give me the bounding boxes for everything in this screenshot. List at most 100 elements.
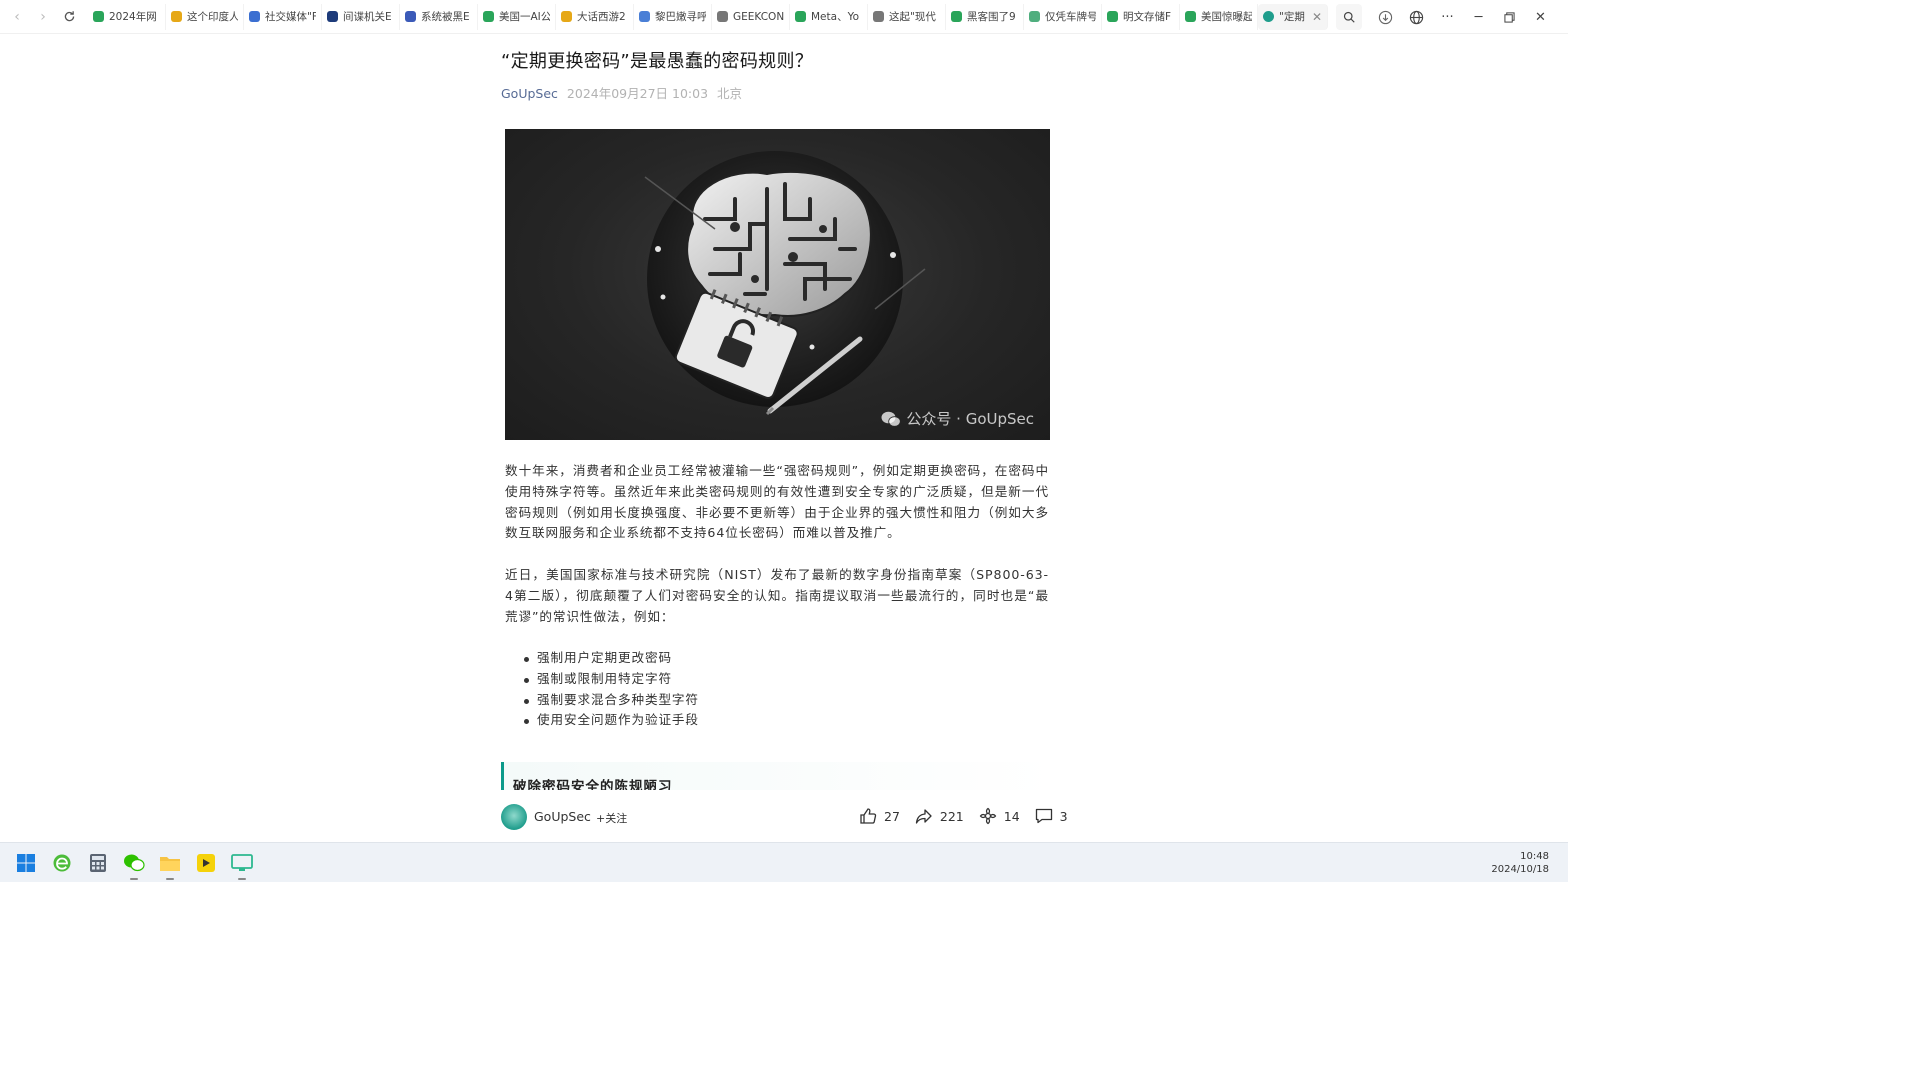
publish-date: 2024年09月27日 10:03 <box>566 86 709 101</box>
list-item: 使用安全问题作为验证手段 <box>520 710 699 731</box>
browser-tab[interactable]: GEEKCON <box>712 3 790 30</box>
article-header: “定期更换密码”是最愚蠢的密码规则？ GoUpSec 2024年09月27日 1… <box>501 40 1055 104</box>
tab-label: 系统被黑E <box>421 11 470 23</box>
article-title: “定期更换密码”是最愚蠢的密码规则？ <box>501 51 814 72</box>
article-paragraph-2: 近日，美国国家标准与技术研究院（NIST）发布了最新的数字身份指南草案（SP80… <box>505 567 1049 624</box>
restore-button[interactable] <box>1496 4 1523 30</box>
tab-label: GEEKCON <box>733 10 784 23</box>
tab-favicon-icon <box>483 11 494 22</box>
brain-circuit-illustration <box>644 151 926 416</box>
section-heading-text: 破除密码安全的陈规陋习 <box>513 779 673 790</box>
back-button[interactable]: ‹ <box>4 4 30 30</box>
browser-tab[interactable]: 黎巴嫩寻呼 <box>634 3 712 30</box>
browser-app-icon <box>53 854 71 872</box>
globe-icon <box>1409 10 1424 24</box>
browser-tab[interactable]: 美国一AI公 <box>478 3 556 30</box>
article-action-bar: GoUpSec +关注 27 221 14 3 <box>0 797 1568 841</box>
comment-button[interactable]: 3 <box>1034 806 1068 826</box>
reload-icon <box>64 11 74 22</box>
like-button[interactable]: 27 <box>858 806 900 826</box>
share-count: 221 <box>939 808 964 824</box>
active-tab-label: "定期 <box>1279 11 1305 23</box>
wechat-icon <box>881 411 902 427</box>
tab-active[interactable]: "定期 ✕ <box>1258 3 1328 30</box>
active-tab-favicon-icon <box>1263 11 1274 22</box>
taskbar-browser-app[interactable] <box>50 851 74 875</box>
tab-favicon-icon <box>249 11 260 22</box>
folder-icon <box>160 857 180 871</box>
player-app-icon <box>197 854 215 872</box>
tab-search-button[interactable] <box>1336 3 1362 30</box>
browser-tab[interactable]: 大话西游2 <box>556 3 634 30</box>
tab-label: Meta、Yo <box>811 11 860 23</box>
tab-label: 社交媒体"F <box>265 11 316 23</box>
translate-button[interactable] <box>1403 4 1430 30</box>
image-watermark: 公众号 · GoUpSec <box>881 408 1034 429</box>
system-clock[interactable]: 10:48 2024/10/18 <box>1491 850 1549 876</box>
tab-favicon-icon <box>951 11 962 22</box>
download-icon <box>1378 10 1393 24</box>
tab-favicon-icon <box>561 11 572 22</box>
taskbar-remote-desktop-app[interactable] <box>230 851 254 880</box>
close-window-button[interactable]: ✕ <box>1527 4 1554 30</box>
recommend-count: 14 <box>1003 808 1020 824</box>
tab-label: 这个印度人 <box>187 11 238 23</box>
browser-tab[interactable]: 美国惊曝起 <box>1180 3 1258 30</box>
article-cover-image[interactable]: 公众号 · GoUpSec <box>505 129 1050 440</box>
article-bullet-list: 强制用户定期更改密码 强制或限制用特定字符 强制要求混合多种类型字符 使用安全问… <box>520 648 699 731</box>
calculator-icon <box>90 854 106 872</box>
list-item: 强制或限制用特定字符 <box>520 669 699 690</box>
like-count: 27 <box>884 808 900 824</box>
start-button[interactable] <box>14 851 38 875</box>
more-menu-button[interactable]: ··· <box>1434 4 1461 30</box>
minimize-button[interactable]: ─ <box>1465 4 1492 30</box>
flower-recommend-icon <box>979 807 997 825</box>
browser-tab[interactable]: 仅凭车牌号 <box>1024 3 1102 30</box>
tab-label: 黑客围了9 <box>967 11 1016 23</box>
browser-tab[interactable]: 社交媒体"F <box>244 3 322 30</box>
tab-favicon-icon <box>327 11 338 22</box>
recommend-button[interactable]: 14 <box>978 806 1020 826</box>
search-icon <box>1343 11 1355 23</box>
taskbar-apps <box>14 851 254 880</box>
account-avatar[interactable] <box>501 804 527 830</box>
tab-favicon-icon <box>1107 11 1118 22</box>
browser-tab[interactable]: Meta、Yo <box>790 3 868 30</box>
browser-tab[interactable]: 明文存储F <box>1102 3 1180 30</box>
downloads-button[interactable] <box>1372 4 1399 30</box>
author-link[interactable]: GoUpSec <box>501 84 558 104</box>
close-tab-icon[interactable]: ✕ <box>1312 10 1322 24</box>
tab-favicon-icon <box>795 11 806 22</box>
taskbar-file-explorer-app[interactable] <box>158 851 182 880</box>
article-meta: GoUpSec 2024年09月27日 10:03 北京 <box>501 84 1055 104</box>
browser-tab[interactable]: 这起"现代 <box>868 3 946 30</box>
restore-icon <box>1504 11 1515 23</box>
windows-logo-icon <box>17 854 35 872</box>
tab-favicon-icon <box>717 11 728 22</box>
reload-button[interactable] <box>56 4 82 30</box>
tab-label: 2024年网 <box>109 11 157 23</box>
tab-label: 仅凭车牌号 <box>1045 11 1096 23</box>
browser-tab[interactable]: 这个印度人 <box>166 3 244 30</box>
tab-label: 黎巴嫩寻呼 <box>655 11 706 23</box>
taskbar-calculator-app[interactable] <box>86 851 110 875</box>
browser-tab[interactable]: 2024年网 <box>88 3 166 30</box>
taskbar-wechat-app[interactable] <box>122 851 146 880</box>
forward-button[interactable]: › <box>30 4 56 30</box>
tab-label: 美国一AI公 <box>499 11 550 23</box>
clock-time: 10:48 <box>1520 851 1549 862</box>
browser-tab[interactable]: 系统被黑E <box>400 3 478 30</box>
more-icon: ··· <box>1441 9 1454 25</box>
close-icon: ✕ <box>1535 9 1546 25</box>
comment-icon <box>1035 808 1052 824</box>
account-name[interactable]: GoUpSec <box>534 809 591 824</box>
browser-tab[interactable]: 间谍机关E <box>322 3 400 30</box>
wechat-icon <box>124 854 145 872</box>
share-button[interactable]: 221 <box>914 806 964 826</box>
follow-button[interactable]: +关注 <box>596 810 627 826</box>
tab-favicon-icon <box>873 11 884 22</box>
list-item: 强制要求混合多种类型字符 <box>520 690 699 711</box>
monitor-icon <box>231 854 253 871</box>
browser-tab[interactable]: 黑客围了9 <box>946 3 1024 30</box>
taskbar-media-player-app[interactable] <box>194 851 218 875</box>
